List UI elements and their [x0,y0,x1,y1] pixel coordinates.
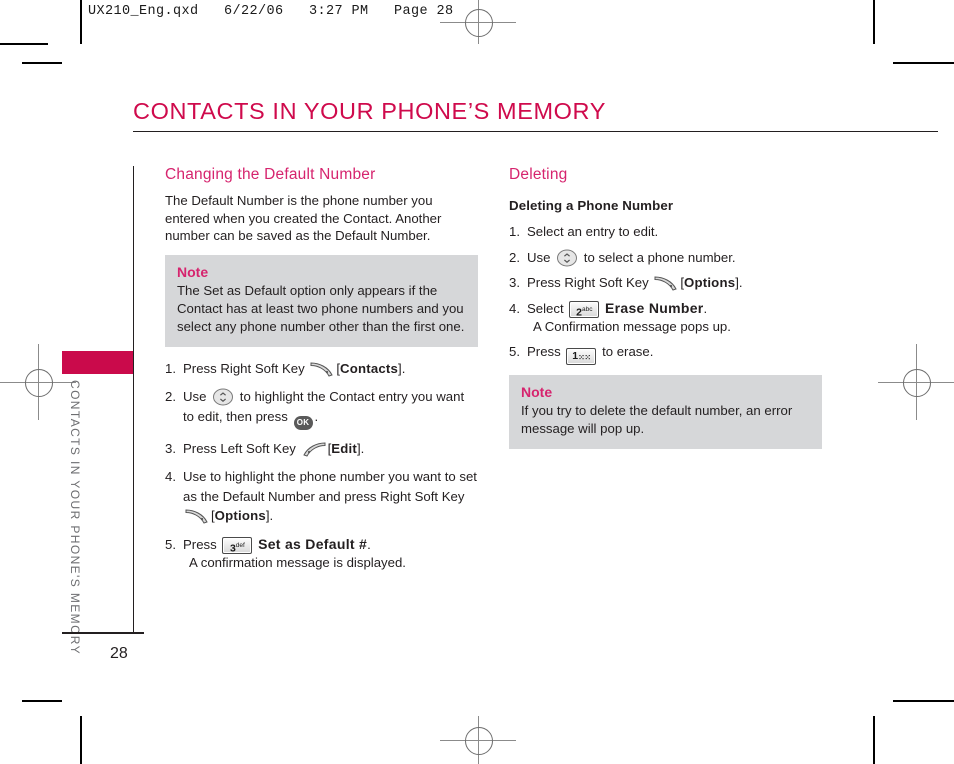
keycap-letters: def [235,542,245,549]
step-item: 4. Use to highlight the phone number you … [165,467,478,526]
step-substep: A Confirmation message pops up. [533,319,731,334]
section-heading-changing-default-number: Changing the Default Number [165,166,376,183]
note-box-delete-default: Note If you try to delete the default nu… [509,375,822,449]
step-period: . [703,300,708,316]
step-text: Use to highlight the phone number you wa… [183,469,477,504]
step-item: 3. Press Left Soft Key [Edit]. [165,439,478,459]
crop-mark-top-left-vertical [80,0,82,44]
step-text: Select an entry to edit. [527,224,659,239]
step-number: 1. [509,224,520,239]
steps-list-deleting: 1. Select an entry to edit. 2. Use to sele… [509,222,822,365]
side-rule [133,166,134,634]
step-item: 5. Press 3def Set as Default #. A confirm… [165,535,478,573]
step-text: Press Left Soft Key [183,440,296,456]
step-number: 4. [509,300,520,316]
step-keyword: Erase Number [605,299,704,316]
registration-mark-right [878,344,954,420]
note-body: The Set as Default option only appears i… [177,282,465,334]
crop-mark-bottom-right-horizontal [893,700,954,702]
left-soft-key-icon [301,440,327,458]
crop-mark-top-right-vertical [873,0,875,44]
step-bracket-close: ]. [356,440,365,456]
step-text: Press [183,536,217,552]
title-rule [133,131,938,132]
step-item: 1. Press Right Soft Key [Contacts]. [165,359,478,379]
right-soft-key-icon [309,360,335,378]
step-keyword: Contacts [340,360,399,376]
navigation-key-icon [212,388,234,406]
vertical-running-head: CONTACTS IN YOUR PHONE'S MEMORY [68,380,82,656]
step-item: 2. Use to highlight the Contact entry you… [165,387,478,430]
keycap-letters: abc [582,306,593,313]
step-text: Use [527,249,551,265]
step-number: 3. [509,275,520,290]
side-tab-marker [62,351,134,374]
manual-page: { "print_marks": { "slug_line": "UX210_E… [0,0,954,764]
step-item: 2. Use to select a phone number. [509,248,822,268]
step-text: Select [527,300,564,316]
step-substep: A confirmation message is displayed. [189,555,406,570]
step-number: 2. [165,389,176,404]
crop-mark-bottom-left-horizontal [22,700,62,702]
note-body: If you try to delete the default number,… [521,403,793,436]
step-number: 1. [165,360,176,376]
keypad-key-3-icon: 3def [222,537,253,555]
right-column: Deleting Deleting a Phone Number 1. Selec… [509,166,822,461]
right-soft-key-icon [653,274,679,292]
intro-paragraph: The Default Number is the phone number y… [165,193,442,243]
page-number: 28 [110,645,128,662]
keypad-key-2-icon: 2abc [569,301,600,319]
registration-mark-bottom [440,716,516,764]
step-number: 5. [509,344,520,359]
step-text: Press Right Soft Key [527,275,649,290]
crop-mark-top-right-horizontal [893,62,954,64]
step-text: Press Right Soft Key [183,360,305,376]
subsection-heading-deleting-phone-number: Deleting a Phone Number [509,198,674,213]
voicemail-glyph-icon: ⁙⁙ [578,353,591,362]
steps-list-changing-default-number: 1. Press Right Soft Key [Contacts]. 2. Use… [165,359,478,573]
crop-mark-top-left-horizontal-2 [22,62,62,64]
step-bracket-close: ]. [398,360,406,376]
step-number: 3. [165,440,176,456]
step-text-post: to erase. [602,344,654,359]
step-text-mid: to select a phone number. [583,249,736,265]
crop-mark-bottom-right-vertical [873,716,875,764]
step-item: 3. Press Right Soft Key [Options]. [509,273,822,293]
section-heading-deleting: Deleting [509,166,568,183]
step-period: . [367,536,371,552]
right-soft-key-icon [184,507,210,525]
step-keyword: Set as Default # [258,535,368,552]
crop-mark-top-left-horizontal [0,43,48,45]
note-box-default-option: Note The Set as Default option only appe… [165,254,478,347]
step-item: 5. Press 1⁙⁙ to erase. [509,342,822,365]
page-title: CONTACTS IN YOUR PHONE’S MEMORY [133,98,606,124]
step-keyword: Options [684,275,736,290]
step-period: . [314,408,319,424]
step-bracket-close: ]. [735,275,743,290]
keypad-key-1-icon: 1⁙⁙ [566,348,597,365]
step-item: 4. Select 2abc Erase Number. A Confirmati… [509,299,822,337]
step-keyword: Edit [331,440,357,456]
step-number: 4. [165,469,176,484]
folio-rule [62,632,144,634]
step-keyword: Options [214,508,266,523]
navigation-key-icon [556,249,578,267]
step-item: 1. Select an entry to edit. [509,222,822,242]
crop-mark-bottom-left-vertical [80,716,82,764]
ok-key-icon: OK [293,415,313,430]
step-text: Press [527,344,561,359]
step-text: Use [183,389,207,404]
step-bracket-close: ]. [265,508,274,523]
print-slug-line: UX210_Eng.qxd 6/22/06 3:27 PM Page 28 [88,4,454,19]
step-number: 5. [165,536,176,552]
step-number: 2. [509,249,520,265]
note-title: Note [521,384,553,400]
note-title: Note [177,263,209,280]
left-column: Changing the Default Number The Default … [165,166,478,581]
